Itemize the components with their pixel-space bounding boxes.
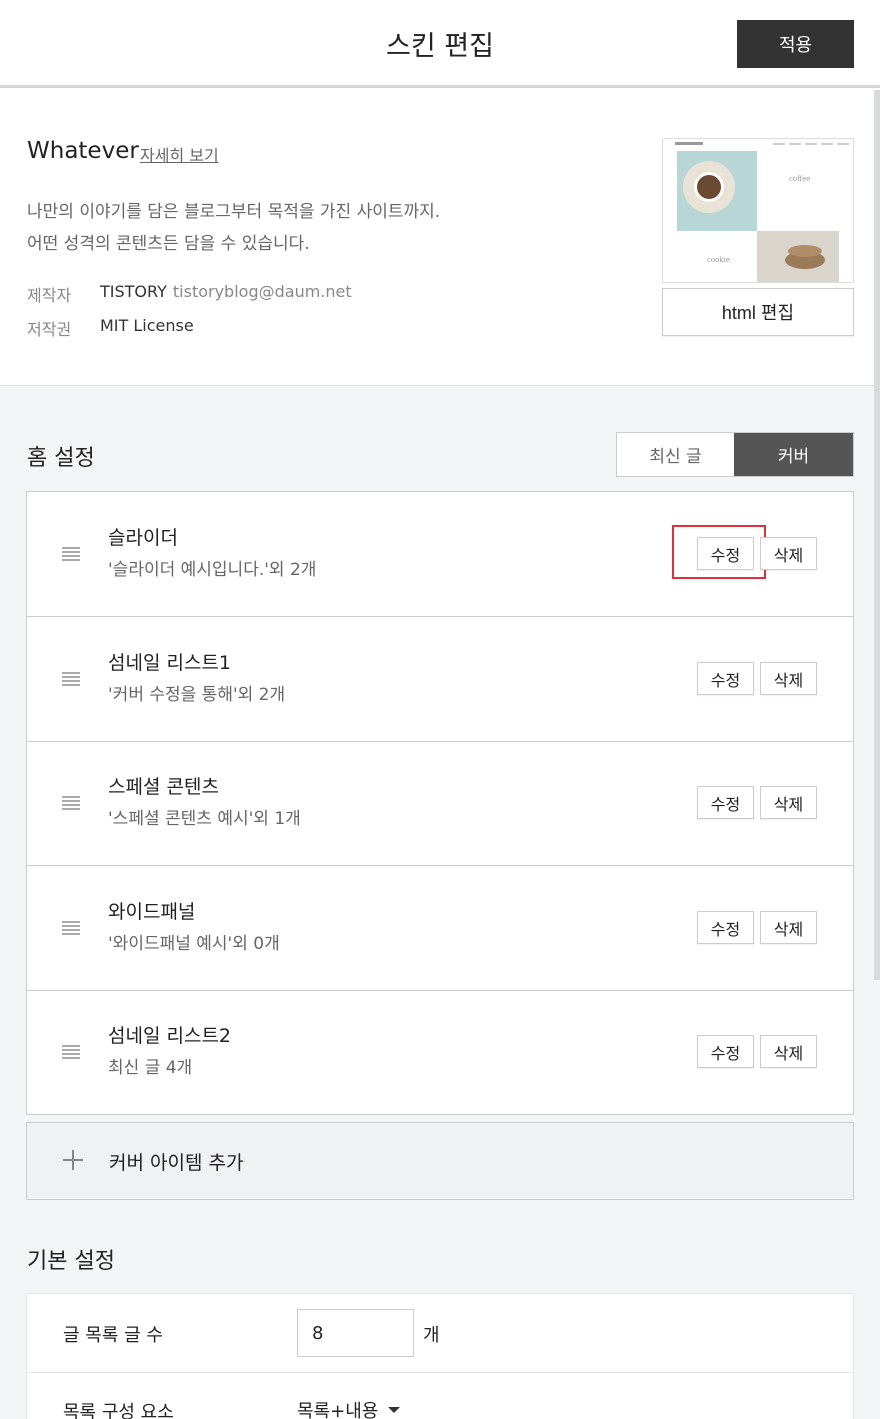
post-count-row: 글 목록 글 수 개 <box>27 1294 853 1372</box>
thumb-coffee-label: coffee <box>789 175 811 183</box>
list-composition-row: 목록 구성 요소 목록+내용 <box>27 1372 853 1419</box>
skin-desc-line2: 어떤 성격의 콘텐츠든 담을 수 있습니다. <box>27 234 310 254</box>
toggle-latest-posts[interactable]: 최신 글 <box>617 433 735 476</box>
thumb-nav-item <box>773 143 785 145</box>
author-row: 제작자 TISTORY tistoryblog@daum.net <box>27 282 352 306</box>
thumb-nav-item <box>805 143 817 145</box>
delete-button[interactable]: 삭제 <box>760 786 817 819</box>
skin-thumbnail: coffee cookie <box>662 138 854 283</box>
cover-item: 섬네일 리스트2 최신 글 4개 수정 삭제 <box>27 990 853 1115</box>
author-name: TISTORY <box>100 282 167 301</box>
cover-item: 스페셜 콘텐츠 '스페셜 콘텐츠 예시'외 1개 수정 삭제 <box>27 741 853 866</box>
toggle-cover[interactable]: 커버 <box>734 433 853 476</box>
delete-button[interactable]: 삭제 <box>760 537 817 570</box>
cover-item-title: 섬네일 리스트2 <box>108 1025 232 1047</box>
drag-handle-icon[interactable] <box>62 921 80 935</box>
license-row: 저작권 MIT License <box>27 316 194 340</box>
caret-down-icon <box>388 1407 401 1413</box>
plus-icon <box>63 1150 83 1170</box>
list-composition-select[interactable]: 목록+내용 <box>297 1397 401 1419</box>
thumb-cookie-label: cookie <box>707 256 730 264</box>
drag-handle-icon[interactable] <box>62 672 80 686</box>
skin-name: Whatever <box>27 138 139 164</box>
thumb-logo <box>675 142 703 145</box>
add-cover-item-label: 커버 아이템 추가 <box>109 1152 244 1174</box>
edit-button[interactable]: 수정 <box>697 662 754 695</box>
skin-description: 나만의 이야기를 담은 블로그부터 목적을 가진 사이트까지. 어떤 성격의 콘… <box>27 196 440 260</box>
basic-settings-title: 기본 설정 <box>27 1249 115 1274</box>
cover-item-subtitle: '커버 수정을 통해'외 2개 <box>108 685 286 705</box>
cover-item: 와이드패널 '와이드패널 예시'외 0개 수정 삭제 <box>27 866 853 991</box>
thumb-topbar <box>663 139 853 151</box>
list-composition-label: 목록 구성 요소 <box>63 1402 174 1419</box>
drag-handle-icon[interactable] <box>62 547 80 561</box>
cover-item-subtitle: '와이드패널 예시'외 0개 <box>108 934 280 954</box>
cover-item-subtitle: '슬라이더 예시입니다.'외 2개 <box>108 560 317 580</box>
cover-item-subtitle: '스페셜 콘텐츠 예시'외 1개 <box>108 809 301 829</box>
apply-button[interactable]: 적용 <box>737 20 854 68</box>
author-email: tistoryblog@daum.net <box>172 282 352 301</box>
author-key: 제작자 <box>27 286 72 305</box>
scrollbar[interactable] <box>874 90 880 980</box>
edit-button[interactable]: 수정 <box>697 786 754 819</box>
drag-handle-icon[interactable] <box>62 1045 80 1059</box>
add-cover-item-button[interactable]: 커버 아이템 추가 <box>26 1122 854 1200</box>
thumb-cup-inner <box>694 172 724 202</box>
edit-button[interactable]: 수정 <box>697 911 754 944</box>
license-value: MIT License <box>100 316 194 335</box>
thumb-nav-item <box>821 143 833 145</box>
skin-detail-link[interactable]: 자세히 보기 <box>140 142 219 166</box>
html-edit-button[interactable]: html 편집 <box>662 288 854 336</box>
thumb-nav-item <box>789 143 801 145</box>
delete-button[interactable]: 삭제 <box>760 1035 817 1068</box>
cover-item-title: 스페셜 콘텐츠 <box>108 776 219 798</box>
cover-item: 섬네일 리스트1 '커버 수정을 통해'외 2개 수정 삭제 <box>27 617 853 742</box>
skin-desc-line1: 나만의 이야기를 담은 블로그부터 목적을 가진 사이트까지. <box>27 202 441 222</box>
basic-settings-panel: 글 목록 글 수 개 목록 구성 요소 목록+내용 <box>26 1293 854 1419</box>
home-settings-title: 홈 설정 <box>27 446 95 471</box>
post-count-label: 글 목록 글 수 <box>63 1325 163 1346</box>
edit-button[interactable]: 수정 <box>697 1035 754 1068</box>
cover-item-title: 와이드패널 <box>108 901 196 923</box>
list-composition-value: 목록+내용 <box>297 1401 379 1419</box>
cover-item-title: 섬네일 리스트1 <box>108 652 232 674</box>
delete-button[interactable]: 삭제 <box>760 911 817 944</box>
post-count-input[interactable] <box>297 1309 414 1357</box>
thumb-cookie-top <box>788 245 822 257</box>
delete-button[interactable]: 삭제 <box>760 662 817 695</box>
post-count-unit: 개 <box>423 1325 440 1346</box>
top-header: 스킨 편집 적용 <box>0 0 880 88</box>
license-key: 저작권 <box>27 320 72 339</box>
skin-info-panel: Whatever 자세히 보기 나만의 이야기를 담은 블로그부터 목적을 가진… <box>0 88 880 386</box>
cover-item-title: 슬라이더 <box>108 527 178 549</box>
cover-item-subtitle: 최신 글 4개 <box>108 1058 193 1078</box>
thumb-nav-item <box>837 143 849 145</box>
home-mode-toggle: 최신 글 커버 <box>616 432 854 477</box>
drag-handle-icon[interactable] <box>62 796 80 810</box>
cover-item: 슬라이더 '슬라이더 예시입니다.'외 2개 수정 삭제 <box>27 492 853 617</box>
cover-item-list: 슬라이더 '슬라이더 예시입니다.'외 2개 수정 삭제 섬네일 리스트1 '커… <box>26 491 854 1115</box>
edit-button[interactable]: 수정 <box>697 537 754 570</box>
